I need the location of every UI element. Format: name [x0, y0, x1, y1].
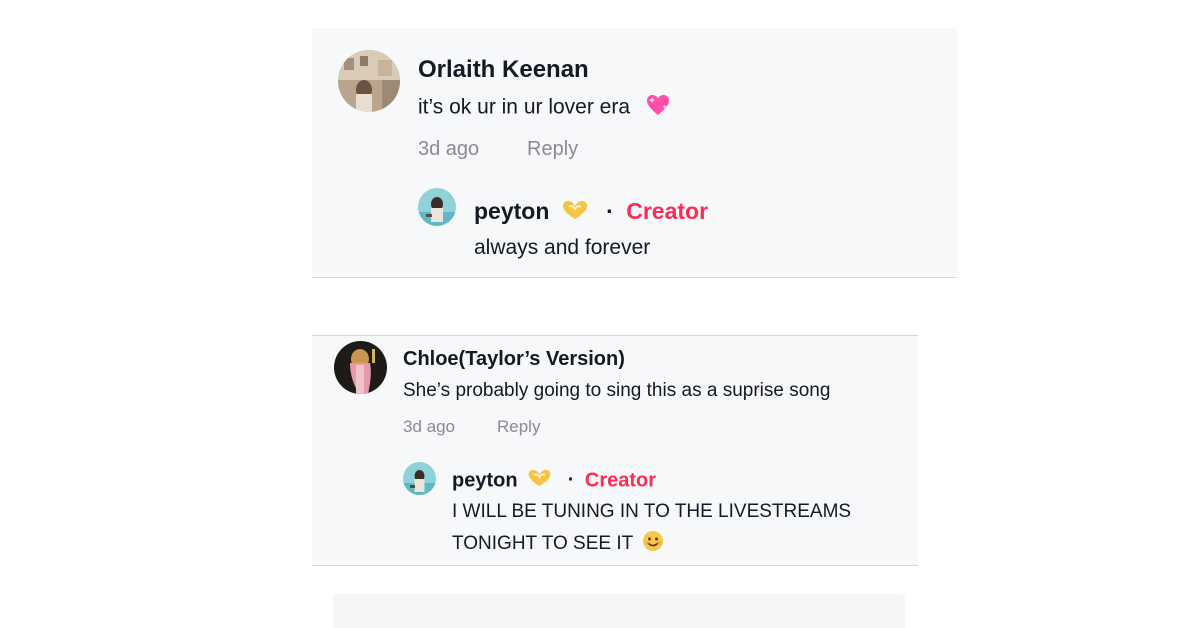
comment-card: Orlaith Keenan it’s ok ur in ur lover er…	[312, 28, 957, 278]
comment-author[interactable]: Chloe(Taylor’s Version)	[403, 348, 625, 371]
reply-author-row: peyton · Creator	[452, 468, 656, 494]
comment-time: 3d ago	[418, 138, 480, 160]
reply-text-content: TONIGHT TO SEE IT	[452, 533, 633, 555]
comment-text: She’s probably going to sing this as a s…	[403, 380, 831, 401]
avatar[interactable]	[338, 50, 400, 112]
avatar[interactable]	[334, 341, 387, 394]
comment-author[interactable]: Orlaith Keenan	[418, 56, 589, 84]
reply-text: always and forever	[474, 236, 651, 259]
creator-badge: Creator	[626, 198, 709, 224]
heart-hands-icon	[526, 468, 553, 494]
comment-text-content: it’s ok ur in ur lover era	[418, 95, 631, 119]
comment-card: Chloe(Taylor’s Version) She’s probably g…	[312, 335, 918, 566]
heart-hands-icon	[560, 199, 590, 227]
reply-text-line: TONIGHT TO SEE IT	[452, 530, 664, 558]
comment-text: it’s ok ur in ur lover era	[418, 94, 670, 122]
reply-button[interactable]: Reply	[497, 417, 540, 437]
reply-author[interactable]: peyton	[474, 198, 549, 224]
avatar[interactable]	[403, 462, 436, 495]
reply-author-row: peyton · Creator	[474, 198, 708, 227]
avatar[interactable]	[418, 188, 456, 226]
pink-heart-icon	[646, 94, 670, 122]
comment-time: 3d ago	[403, 417, 455, 436]
separator: ·	[606, 198, 614, 224]
reply-author[interactable]: peyton	[452, 469, 518, 491]
comment-card-partial	[333, 594, 905, 628]
smiling-face-icon	[642, 530, 664, 558]
separator: ·	[567, 469, 575, 492]
reply-button[interactable]: Reply	[527, 138, 578, 161]
reply-text-line: I WILL BE TUNING IN TO THE LIVESTREAMS	[452, 501, 852, 522]
creator-badge: Creator	[584, 469, 657, 492]
